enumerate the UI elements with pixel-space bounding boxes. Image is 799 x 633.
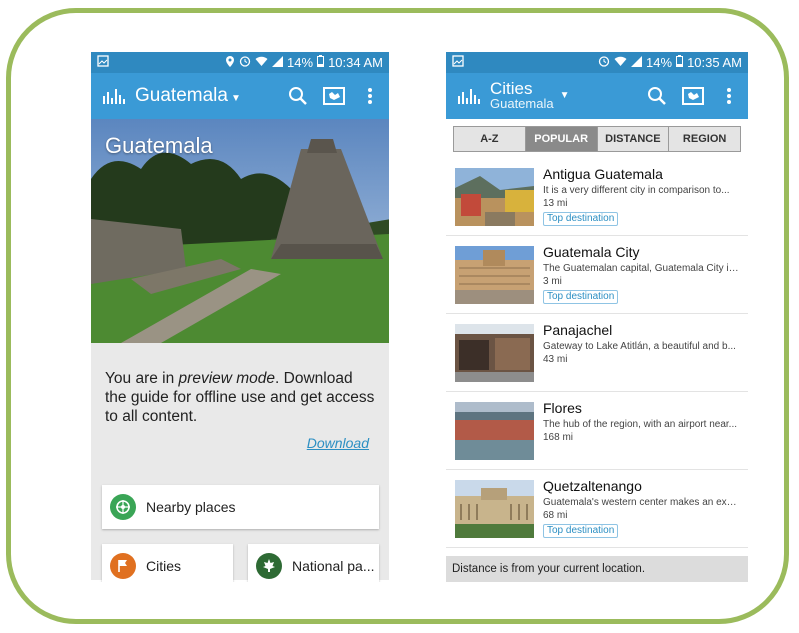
logo-icon[interactable] [103, 87, 127, 105]
list-item[interactable]: Panajachel Gateway to Lake Atitlán, a be… [446, 314, 748, 392]
city-distance: 68 mi [543, 510, 568, 521]
app-title: Cities [490, 79, 533, 98]
flag-icon [110, 553, 136, 579]
cities-label: Cities [146, 558, 182, 574]
destination-selector[interactable]: Guatemala ▼ [135, 85, 241, 107]
city-description: Guatemala's western center makes an exc.… [543, 497, 739, 508]
city-name: Quetzaltenango [543, 478, 642, 494]
tab-region[interactable]: REGION [669, 127, 740, 151]
city-distance: 168 mi [543, 432, 574, 443]
alarm-icon [239, 55, 251, 70]
chevron-down-icon: ▼ [559, 90, 570, 101]
city-description: The hub of the region, with an airport n… [543, 419, 738, 430]
list-item[interactable]: Antigua Guatemala It is a very different… [446, 158, 748, 236]
sort-tabs: A-Z POPULAR DISTANCE REGION [453, 126, 741, 152]
city-distance: 3 mi [543, 276, 562, 287]
city-description: Gateway to Lake Atitlán, a beautiful and… [543, 341, 736, 352]
logo-icon[interactable] [458, 87, 482, 105]
search-icon[interactable] [646, 85, 668, 107]
overflow-menu-icon[interactable] [359, 85, 381, 107]
clock: 10:35 AM [687, 55, 742, 70]
status-bar: 14% 10:35 AM [446, 52, 748, 73]
city-thumbnail [455, 324, 534, 382]
overflow-menu-icon[interactable] [718, 85, 740, 107]
search-icon[interactable] [287, 85, 309, 107]
map-icon[interactable] [682, 85, 704, 107]
download-link[interactable]: Download [307, 435, 369, 451]
battery-icon [317, 55, 325, 70]
tab-popular[interactable]: POPULAR [525, 127, 598, 151]
city-name: Antigua Guatemala [543, 166, 663, 182]
list-item[interactable]: Quetzaltenango Guatemala's western cente… [446, 470, 748, 548]
status-badge: Top destination [543, 212, 619, 226]
battery-icon [676, 55, 684, 70]
city-thumbnail [455, 480, 534, 538]
signal-icon [272, 55, 284, 70]
map-icon[interactable] [323, 85, 345, 107]
city-thumbnail [455, 246, 534, 304]
tab-distance[interactable]: DISTANCE [597, 127, 670, 151]
section-selector[interactable]: Cities Guatemala ▼ [490, 79, 570, 111]
nearby-places-card[interactable]: Nearby places [102, 485, 379, 529]
chevron-down-icon: ▼ [230, 93, 241, 104]
cities-list: Antigua Guatemala It is a very different… [446, 158, 748, 548]
app-bar: Guatemala ▼ [91, 73, 389, 119]
national-parks-label: National pa... [292, 558, 375, 574]
city-thumbnail [455, 168, 534, 226]
alarm-icon [598, 55, 610, 70]
battery-percent: 14% [287, 55, 314, 70]
phone-screen-cities: 14% 10:35 AM Cities Guatemala ▼ A-Z POPU… [446, 52, 748, 582]
city-distance: 43 mi [543, 354, 568, 365]
tab-a-z[interactable]: A-Z [454, 127, 526, 151]
city-distance: 13 mi [543, 198, 568, 209]
status-bar: 14% 10:34 AM [91, 52, 389, 73]
city-name: Panajachel [543, 322, 613, 338]
wifi-icon [614, 55, 627, 70]
hero-title: Guatemala [105, 133, 213, 158]
list-item[interactable]: Flores The hub of the region, with an ai… [446, 392, 748, 470]
city-thumbnail [455, 402, 534, 460]
status-badge: Top destination [543, 524, 619, 538]
wifi-icon [255, 55, 268, 70]
app-subtitle: Guatemala [490, 96, 554, 111]
city-name: Guatemala City [543, 244, 640, 260]
compass-icon [110, 494, 136, 520]
list-item[interactable]: Guatemala City The Guatemalan capital, G… [446, 236, 748, 314]
nearby-places-label: Nearby places [146, 499, 236, 515]
city-description: The Guatemalan capital, Guatemala City i… [543, 263, 739, 274]
phone-screen-guide: 14% 10:34 AM Guatemala ▼ Guatemala You a… [91, 52, 389, 582]
image-icon [97, 55, 109, 70]
status-badge: Top destination [543, 290, 619, 304]
image-icon [452, 55, 464, 70]
city-name: Flores [543, 400, 582, 416]
cities-card[interactable]: Cities [102, 544, 233, 582]
clock: 10:34 AM [328, 55, 383, 70]
maple-leaf-icon [256, 553, 282, 579]
distance-note: Distance is from your current location. [446, 556, 748, 582]
national-parks-card[interactable]: National pa... [248, 544, 379, 582]
preview-message: You are in preview mode. Download the gu… [105, 370, 375, 425]
battery-percent: 14% [646, 55, 673, 70]
location-icon [225, 55, 235, 71]
city-description: It is a very different city in compariso… [543, 185, 730, 196]
hero-image: Guatemala [91, 119, 389, 343]
app-bar: Cities Guatemala ▼ [446, 73, 748, 119]
app-title: Guatemala [135, 85, 228, 106]
signal-icon [631, 55, 643, 70]
